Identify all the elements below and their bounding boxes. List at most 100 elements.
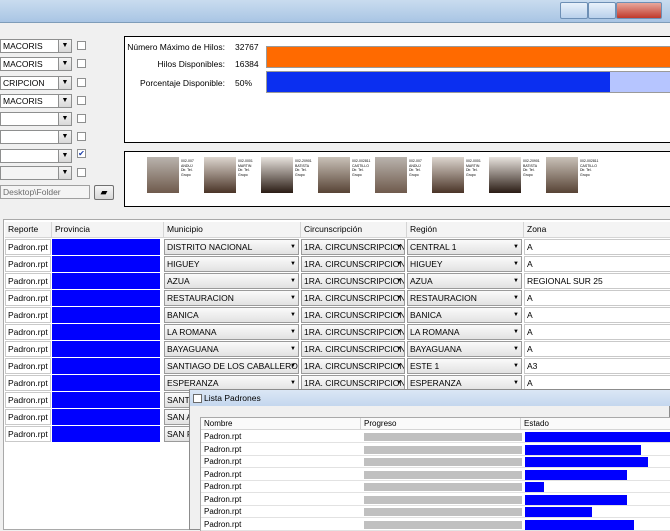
filter-checkbox-4[interactable] — [77, 96, 86, 105]
region-dropdown[interactable]: ESTE 1 ▼ — [407, 358, 522, 374]
provincia-cell[interactable] — [52, 341, 160, 357]
zona-cell[interactable]: A — [524, 324, 670, 340]
list-item[interactable]: Padron.rpt — [201, 481, 670, 493]
table-row[interactable]: Padron.rpt DISTRITO NACIONAL ▼ 1RA. CIRCUNS… — [4, 239, 670, 256]
table-row[interactable]: Padron.rpt LA ROMANA ▼ 1RA. CIRCUNSCRIPCION… — [4, 324, 670, 341]
reporte-cell[interactable]: Padron.rpt — [5, 409, 51, 425]
zona-cell[interactable]: A — [524, 307, 670, 323]
provincia-cell[interactable] — [52, 290, 160, 306]
col-header-municipio[interactable]: Municipio — [164, 222, 301, 238]
municipio-dropdown[interactable]: DISTRITO NACIONAL ▼ — [164, 239, 299, 255]
filter-combo-6[interactable]: ▼ — [0, 130, 72, 144]
provincia-cell[interactable] — [52, 307, 160, 323]
municipio-dropdown[interactable]: BAYAGUANA ▼ — [164, 341, 299, 357]
provincia-cell[interactable] — [52, 358, 160, 374]
list-item[interactable]: Padron.rpt — [201, 506, 670, 518]
folder-browse-button[interactable]: ▰ — [94, 185, 114, 200]
col-header-region[interactable]: Región — [407, 222, 524, 238]
list-item[interactable]: Padron.rpt — [201, 431, 670, 443]
table-row[interactable]: Padron.rpt SANTIAGO DE LOS CABALLEROS ▼ 1RA… — [4, 358, 670, 375]
minimize-button[interactable] — [560, 2, 588, 19]
table-row[interactable]: Padron.rpt BANICA ▼ 1RA. CIRCUNSCRIPCION ▼ BA… — [4, 307, 670, 324]
reporte-cell[interactable]: Padron.rpt — [5, 392, 51, 408]
table-row[interactable]: Padron.rpt RESTAURACION ▼ 1RA. CIRCUNSCRIPC… — [4, 290, 670, 307]
provincia-cell[interactable] — [52, 392, 160, 408]
provincia-cell[interactable] — [52, 239, 160, 255]
provincia-cell[interactable] — [52, 375, 160, 391]
filter-checkbox-3[interactable] — [77, 78, 86, 87]
provincia-cell[interactable] — [52, 256, 160, 272]
list-item[interactable]: Padron.rpt — [201, 444, 670, 456]
provincia-cell[interactable] — [52, 273, 160, 289]
municipio-dropdown[interactable]: LA ROMANA ▼ — [164, 324, 299, 340]
circunscripcion-dropdown[interactable]: 1RA. CIRCUNSCRIPCION ▼ — [301, 324, 405, 340]
col-header-reporte[interactable]: Reporte — [5, 222, 52, 238]
region-dropdown[interactable]: BANICA ▼ — [407, 307, 522, 323]
list-item[interactable]: Padron.rpt — [201, 456, 670, 468]
reporte-cell[interactable]: Padron.rpt — [5, 426, 51, 442]
zona-cell[interactable]: A — [524, 256, 670, 272]
municipio-dropdown[interactable]: BANICA ▼ — [164, 307, 299, 323]
filter-combo-5[interactable]: ▼ — [0, 112, 72, 126]
filter-combo-8[interactable]: ▼ — [0, 166, 72, 180]
popup-title[interactable]: Lista Padrones — [190, 390, 670, 406]
reporte-cell[interactable]: Padron.rpt — [5, 239, 51, 255]
reporte-cell[interactable]: Padron.rpt — [5, 273, 51, 289]
col-header-estado[interactable]: Estado — [521, 418, 670, 430]
municipio-dropdown[interactable]: AZUA ▼ — [164, 273, 299, 289]
provincia-cell[interactable] — [52, 324, 160, 340]
reporte-cell[interactable]: Padron.rpt — [5, 358, 51, 374]
filter-combo-7[interactable]: ▼ — [0, 149, 72, 163]
region-dropdown[interactable]: CENTRAL 1 ▼ — [407, 239, 522, 255]
reporte-cell[interactable]: Padron.rpt — [5, 256, 51, 272]
filter-combo-1[interactable]: MACORIS ▼ — [0, 39, 72, 53]
region-dropdown[interactable]: BAYAGUANA ▼ — [407, 341, 522, 357]
reporte-cell[interactable]: Padron.rpt — [5, 324, 51, 340]
maximize-button[interactable] — [588, 2, 616, 19]
col-header-circunscripcion[interactable]: Circunscripción — [301, 222, 407, 238]
col-header-nombre[interactable]: Nombre — [201, 418, 361, 430]
zona-cell[interactable]: A — [524, 341, 670, 357]
region-dropdown[interactable]: LA ROMANA ▼ — [407, 324, 522, 340]
circunscripcion-dropdown[interactable]: 1RA. CIRCUNSCRIPCION ▼ — [301, 273, 405, 289]
filter-combo-2[interactable]: MACORIS ▼ — [0, 57, 72, 71]
municipio-dropdown[interactable]: SANTIAGO DE LOS CABALLEROS ▼ — [164, 358, 299, 374]
col-header-provincia[interactable]: Provincia — [52, 222, 164, 238]
region-dropdown[interactable]: AZUA ▼ — [407, 273, 522, 289]
list-item[interactable]: Padron.rpt — [201, 494, 670, 506]
filter-checkbox-8[interactable] — [77, 168, 86, 177]
list-item[interactable]: Padron.rpt — [201, 519, 670, 531]
zona-cell[interactable]: A3 — [524, 358, 670, 374]
region-dropdown[interactable]: RESTAURACION ▼ — [407, 290, 522, 306]
circunscripcion-dropdown[interactable]: 1RA. CIRCUNSCRIPCION ▼ — [301, 341, 405, 357]
filter-checkbox-5[interactable] — [77, 114, 86, 123]
circunscripcion-dropdown[interactable]: 1RA. CIRCUNSCRIPCION ▼ — [301, 307, 405, 323]
region-dropdown[interactable]: HIGUEY ▼ — [407, 256, 522, 272]
table-row[interactable]: Padron.rpt HIGUEY ▼ 1RA. CIRCUNSCRIPCION ▼ HI… — [4, 256, 670, 273]
zona-cell[interactable]: A — [524, 290, 670, 306]
provincia-cell[interactable] — [52, 426, 160, 442]
reporte-cell[interactable]: Padron.rpt — [5, 341, 51, 357]
folder-path-field[interactable]: Desktop\Folder — [0, 185, 90, 199]
reporte-cell[interactable]: Padron.rpt — [5, 375, 51, 391]
filter-checkbox-2[interactable] — [77, 59, 86, 68]
filter-combo-4[interactable]: MACORIS ▼ — [0, 94, 72, 108]
circunscripcion-dropdown[interactable]: 1RA. CIRCUNSCRIPCION ▼ — [301, 239, 405, 255]
provincia-cell[interactable] — [52, 409, 160, 425]
col-header-zona[interactable]: Zona — [524, 222, 670, 238]
list-item[interactable]: Padron.rpt — [201, 469, 670, 481]
reporte-cell[interactable]: Padron.rpt — [5, 290, 51, 306]
col-header-progreso[interactable]: Progreso — [361, 418, 521, 430]
table-row[interactable]: Padron.rpt AZUA ▼ 1RA. CIRCUNSCRIPCION ▼ AZUA… — [4, 273, 670, 290]
municipio-dropdown[interactable]: RESTAURACION ▼ — [164, 290, 299, 306]
circunscripcion-dropdown[interactable]: 1RA. CIRCUNSCRIPCION ▼ — [301, 256, 405, 272]
filter-checkbox-7[interactable]: ✔ — [77, 149, 86, 158]
table-row[interactable]: Padron.rpt BAYAGUANA ▼ 1RA. CIRCUNSCRIPCION… — [4, 341, 670, 358]
close-button[interactable] — [616, 2, 662, 19]
reporte-cell[interactable]: Padron.rpt — [5, 307, 51, 323]
zona-cell[interactable]: REGIONAL SUR 25 — [524, 273, 670, 289]
filter-checkbox-1[interactable] — [77, 41, 86, 50]
circunscripcion-dropdown[interactable]: 1RA. CIRCUNSCRIPCION ▼ — [301, 358, 405, 374]
filter-checkbox-6[interactable] — [77, 132, 86, 141]
municipio-dropdown[interactable]: HIGUEY ▼ — [164, 256, 299, 272]
